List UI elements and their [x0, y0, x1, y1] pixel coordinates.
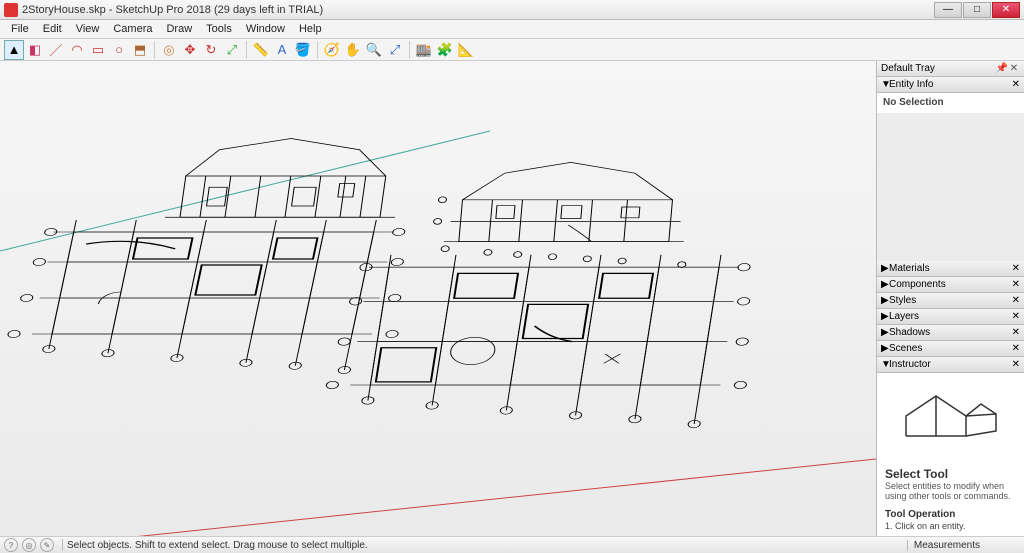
menubar: FileEditViewCameraDrawToolsWindowHelp [0, 20, 1024, 39]
panel-materials[interactable]: ▶Materials✕ [877, 261, 1024, 277]
help-icon[interactable]: ? [4, 538, 18, 552]
viewport[interactable] [0, 61, 876, 536]
measurements-label: Measurements [907, 540, 1020, 551]
menu-tools[interactable]: Tools [199, 21, 239, 37]
tray-gap [877, 113, 1024, 261]
window-buttons: — □ ✕ [934, 2, 1020, 18]
panel-label: Layers [889, 311, 1012, 322]
titlebar: 2StoryHouse.skp - SketchUp Pro 2018 (29 … [0, 0, 1024, 20]
instructor-title: Select Tool [885, 467, 1016, 481]
no-selection-text: No Selection [883, 97, 944, 108]
menu-draw[interactable]: Draw [159, 21, 199, 37]
close-panel-icon[interactable]: ✕ [1012, 263, 1020, 274]
layout-icon[interactable]: 📐 [456, 40, 476, 60]
menu-help[interactable]: Help [292, 21, 329, 37]
panel-scenes[interactable]: ▶Scenes✕ [877, 341, 1024, 357]
geolocation-icon[interactable]: ◎ [22, 538, 36, 552]
menu-edit[interactable]: Edit [36, 21, 69, 37]
close-panel-icon[interactable]: ✕ [1012, 343, 1020, 354]
circle-icon[interactable]: ○ [109, 40, 129, 60]
paint-icon[interactable]: 🪣 [293, 40, 313, 60]
instructor-body: Select Tool Select entities to modify wh… [877, 373, 1024, 537]
menu-file[interactable]: File [4, 21, 36, 37]
move-icon[interactable]: ✥ [180, 40, 200, 60]
text-icon[interactable]: A [272, 40, 292, 60]
eraser-icon[interactable]: ◧ [25, 40, 45, 60]
zoom-icon[interactable]: 🔍 [364, 40, 384, 60]
statusbar: ? ◎ ✎ Select objects. Shift to extend se… [0, 536, 1024, 553]
chevron-right-icon: ▶ [881, 279, 889, 290]
arc-icon[interactable]: ◠ [67, 40, 87, 60]
extents-icon[interactable]: ⤢ [385, 40, 405, 60]
close-panel-icon[interactable]: ✕ [1012, 279, 1020, 290]
toolbar-separator [317, 41, 318, 59]
pan-icon[interactable]: ✋ [343, 40, 363, 60]
operation-heading: Tool Operation [885, 509, 1016, 520]
rotate-icon[interactable]: ↻ [201, 40, 221, 60]
select-icon[interactable]: ▲ [4, 40, 24, 60]
operation-text: 1. Click on an entity. [885, 521, 1016, 531]
close-panel-icon[interactable]: ✕ [1012, 359, 1020, 370]
panel-layers[interactable]: ▶Layers✕ [877, 309, 1024, 325]
close-tray-icon[interactable]: ✕ [1008, 63, 1020, 75]
entity-info-body: No Selection [877, 93, 1024, 113]
close-panel-icon[interactable]: ✕ [1012, 327, 1020, 338]
panel-label: Materials [889, 263, 1012, 274]
pin-icon[interactable]: 📌 [996, 63, 1008, 75]
panel-label: Components [889, 279, 1012, 290]
pushpull-icon[interactable]: ⬒ [130, 40, 150, 60]
toolbar-separator [246, 41, 247, 59]
chevron-right-icon: ▶ [881, 327, 889, 338]
chevron-right-icon: ▶ [881, 263, 889, 274]
panel-components[interactable]: ▶Components✕ [877, 277, 1024, 293]
drawing-canvas [0, 61, 876, 536]
extension-icon[interactable]: 🧩 [435, 40, 455, 60]
menu-camera[interactable]: Camera [106, 21, 159, 37]
rectangle-icon[interactable]: ▭ [88, 40, 108, 60]
default-tray: Default Tray 📌 ✕ ▼ Entity Info ✕ No Sele… [876, 61, 1024, 536]
minimize-button[interactable]: — [934, 2, 962, 18]
scale-icon[interactable]: ⤢ [222, 40, 242, 60]
line-icon[interactable]: ／ [46, 40, 66, 60]
close-panel-icon[interactable]: ✕ [1012, 295, 1020, 306]
panel-label: Styles [889, 295, 1012, 306]
offset-icon[interactable]: ◎ [159, 40, 179, 60]
tray-header[interactable]: Default Tray 📌 ✕ [877, 61, 1024, 77]
close-panel-icon[interactable]: ✕ [1012, 311, 1020, 322]
warehouse-icon[interactable]: 🏬 [414, 40, 434, 60]
chevron-right-icon: ▶ [881, 311, 889, 322]
window-title: 2StoryHouse.skp - SketchUp Pro 2018 (29 … [22, 4, 934, 16]
app-icon [4, 3, 18, 17]
collapsed-panels: ▶Materials✕▶Components✕▶Styles✕▶Layers✕▶… [877, 261, 1024, 373]
close-button[interactable]: ✕ [992, 2, 1020, 18]
toolbar: ▲◧／◠▭○⬒◎✥↻⤢📏A🪣🧭✋🔍⤢🏬🧩📐 [0, 39, 1024, 61]
close-panel-icon[interactable]: ✕ [1012, 79, 1020, 90]
status-text: Select objects. Shift to extend select. … [67, 540, 907, 551]
instructor-subtitle: Select entities to modify when using oth… [885, 481, 1016, 501]
orbit-icon[interactable]: 🧭 [322, 40, 342, 60]
maximize-button[interactable]: □ [963, 2, 991, 18]
panel-instructor[interactable]: ▼Instructor✕ [877, 357, 1024, 373]
panel-label: Instructor [889, 359, 1012, 370]
menu-window[interactable]: Window [239, 21, 292, 37]
entity-info-label: Entity Info [889, 79, 1012, 90]
panel-label: Scenes [889, 343, 1012, 354]
chevron-right-icon: ▶ [881, 295, 889, 306]
panel-styles[interactable]: ▶Styles✕ [877, 293, 1024, 309]
instructor-illustration [885, 381, 1016, 461]
main: Default Tray 📌 ✕ ▼ Entity Info ✕ No Sele… [0, 61, 1024, 536]
panel-entity-info[interactable]: ▼ Entity Info ✕ [877, 77, 1024, 93]
chevron-down-icon: ▼ [881, 359, 889, 370]
credits-icon[interactable]: ✎ [40, 538, 54, 552]
chevron-right-icon: ▶ [881, 343, 889, 354]
chevron-down-icon: ▼ [881, 79, 889, 90]
panel-label: Shadows [889, 327, 1012, 338]
toolbar-separator [154, 41, 155, 59]
tray-title: Default Tray [881, 63, 996, 74]
toolbar-separator [409, 41, 410, 59]
panel-shadows[interactable]: ▶Shadows✕ [877, 325, 1024, 341]
menu-view[interactable]: View [69, 21, 107, 37]
tape-icon[interactable]: 📏 [251, 40, 271, 60]
